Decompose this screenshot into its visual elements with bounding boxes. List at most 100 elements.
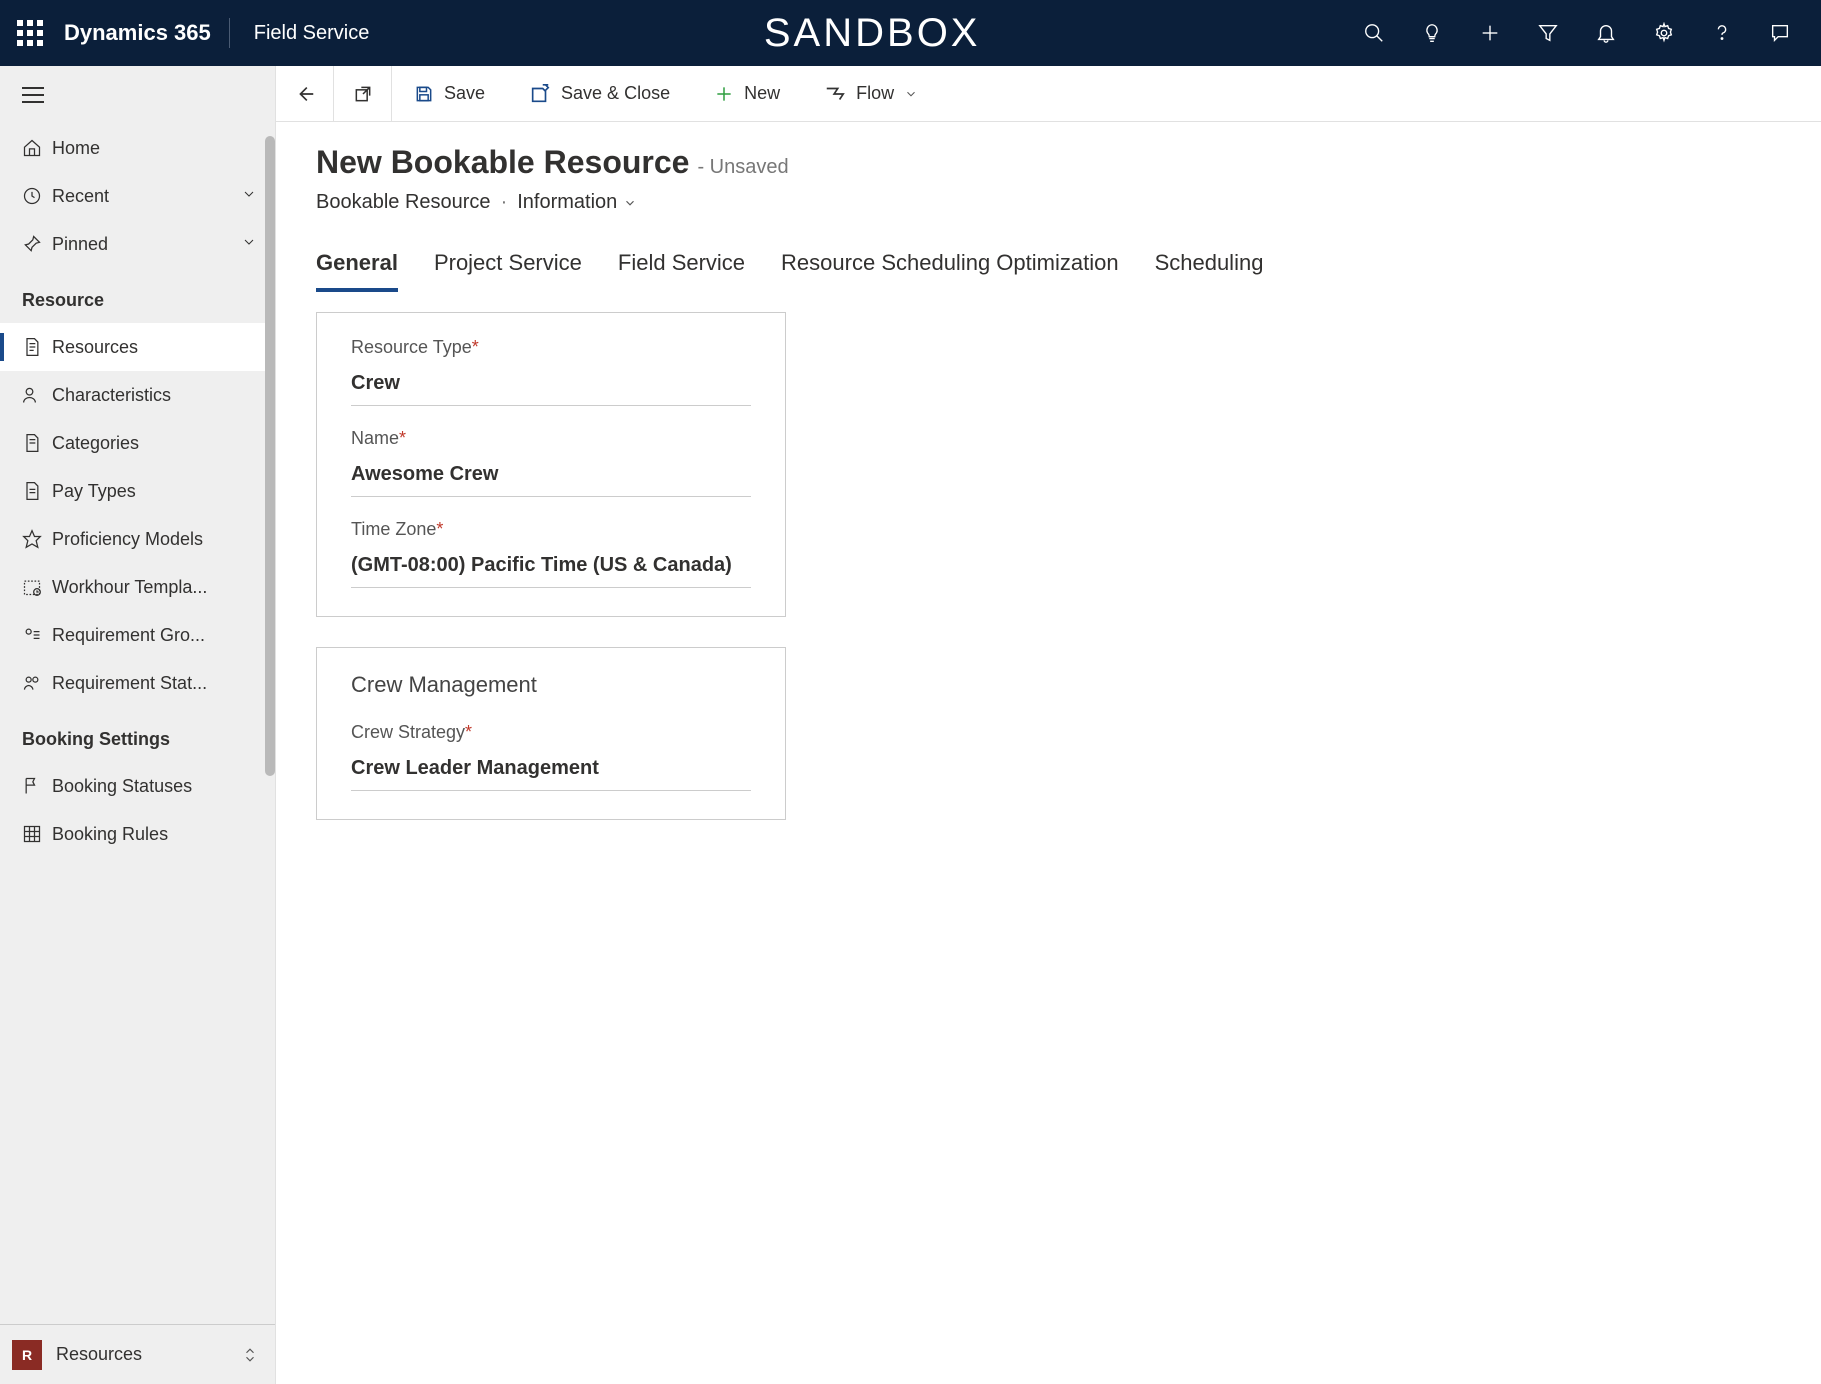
time-zone-input[interactable]: (GMT-08:00) Pacific Time (US & Canada) — [351, 540, 751, 588]
funnel-icon — [1537, 22, 1559, 44]
sidebar-item-resources[interactable]: Resources — [0, 323, 275, 371]
question-icon — [1711, 22, 1733, 44]
sidebar-item-requirement-statuses[interactable]: Requirement Stat... — [0, 659, 275, 707]
sidebar-pinned[interactable]: Pinned — [0, 220, 275, 268]
sidebar-home[interactable]: Home — [0, 124, 275, 172]
flag-icon — [22, 776, 52, 796]
sidebar-label: Requirement Stat... — [52, 673, 257, 694]
person-icon — [22, 385, 52, 405]
sidebar-label: Booking Rules — [52, 824, 257, 845]
group-icon — [22, 625, 52, 645]
search-icon — [1363, 22, 1385, 44]
sidebar: Home Recent Pinned Resource Resources Ch… — [0, 66, 276, 1384]
sidebar-label: Workhour Templa... — [52, 577, 257, 598]
flow-label: Flow — [856, 83, 894, 104]
sidebar-item-requirement-groups[interactable]: Requirement Gro... — [0, 611, 275, 659]
crew-strategy-input[interactable]: Crew Leader Management — [351, 743, 751, 791]
updown-icon — [243, 1347, 257, 1363]
required-marker: * — [399, 428, 406, 448]
settings-button[interactable] — [1641, 10, 1687, 56]
sidebar-group-title: Booking Settings — [0, 707, 275, 762]
tab-field-service[interactable]: Field Service — [618, 250, 745, 292]
save-icon — [414, 84, 434, 104]
search-button[interactable] — [1351, 10, 1397, 56]
grid-icon — [22, 824, 52, 844]
field-time-zone: Time Zone* (GMT-08:00) Pacific Time (US … — [351, 519, 751, 588]
sidebar-label: Pay Types — [52, 481, 257, 502]
field-name: Name* Awesome Crew — [351, 428, 751, 497]
app-launcher-button[interactable] — [0, 20, 60, 46]
sidebar-label: Resources — [52, 337, 257, 358]
gear-icon — [1653, 22, 1675, 44]
new-button[interactable]: New — [692, 66, 802, 121]
sidebar-toggle[interactable] — [0, 66, 275, 124]
command-bar: Save Save & Close New Flow — [276, 66, 1821, 122]
sidebar-label: Pinned — [52, 234, 241, 255]
star-icon — [22, 529, 52, 549]
save-close-icon — [529, 83, 551, 105]
resource-type-input[interactable]: Crew — [351, 358, 751, 406]
pin-icon — [22, 234, 52, 254]
module-name[interactable]: Field Service — [230, 22, 394, 45]
section-title: Crew Management — [351, 672, 751, 698]
sidebar-item-categories[interactable]: Categories — [0, 419, 275, 467]
product-brand[interactable]: Dynamics 365 — [60, 20, 229, 46]
field-label: Crew Strategy* — [351, 722, 751, 743]
save-close-label: Save & Close — [561, 83, 670, 104]
document-icon — [22, 433, 52, 453]
document-icon — [22, 337, 52, 357]
waffle-icon — [17, 20, 43, 46]
chevron-down-icon — [904, 87, 918, 101]
sidebar-label: Proficiency Models — [52, 529, 257, 550]
top-navbar: Dynamics 365 Field Service SANDBOX — [0, 0, 1821, 66]
sidebar-item-workhour-templates[interactable]: Workhour Templa... — [0, 563, 275, 611]
sidebar-item-proficiency-models[interactable]: Proficiency Models — [0, 515, 275, 563]
sidebar-label: Requirement Gro... — [52, 625, 257, 646]
sidebar-recent[interactable]: Recent — [0, 172, 275, 220]
tab-project-service[interactable]: Project Service — [434, 250, 582, 292]
sidebar-scrollbar[interactable] — [265, 136, 275, 776]
sidebar-item-characteristics[interactable]: Characteristics — [0, 371, 275, 419]
form-body: Resource Type* Crew Name* Awesome Crew T… — [276, 292, 1821, 870]
tab-scheduling[interactable]: Scheduling — [1155, 250, 1264, 292]
add-button[interactable] — [1467, 10, 1513, 56]
sidebar-group-title: Resource — [0, 268, 275, 323]
notifications-button[interactable] — [1583, 10, 1629, 56]
sidebar-item-booking-statuses[interactable]: Booking Statuses — [0, 762, 275, 810]
environment-label: SANDBOX — [393, 11, 1351, 56]
flow-button[interactable]: Flow — [802, 66, 940, 121]
plus-icon — [714, 84, 734, 104]
name-input[interactable]: Awesome Crew — [351, 449, 751, 497]
sidebar-label: Characteristics — [52, 385, 257, 406]
field-label: Name* — [351, 428, 751, 449]
document-icon — [22, 481, 52, 501]
form-tabs: General Project Service Field Service Re… — [276, 222, 1821, 292]
topbar-actions — [1351, 10, 1821, 56]
sidebar-item-pay-types[interactable]: Pay Types — [0, 467, 275, 515]
area-switcher[interactable]: R Resources — [0, 1324, 275, 1384]
arrow-left-icon — [294, 83, 316, 105]
save-button[interactable]: Save — [392, 66, 507, 121]
sidebar-item-booking-rules[interactable]: Booking Rules — [0, 810, 275, 858]
chat-button[interactable] — [1757, 10, 1803, 56]
back-button[interactable] — [276, 66, 334, 121]
form-name: Information — [517, 191, 617, 214]
hamburger-icon — [22, 87, 44, 103]
open-in-new-button[interactable] — [334, 66, 392, 121]
filter-button[interactable] — [1525, 10, 1571, 56]
sidebar-scroll: Home Recent Pinned Resource Resources Ch… — [0, 66, 275, 1324]
tab-general[interactable]: General — [316, 250, 398, 292]
form-selector[interactable]: Information — [517, 191, 637, 214]
field-label: Resource Type* — [351, 337, 751, 358]
bell-icon — [1595, 22, 1617, 44]
entity-name: Bookable Resource — [316, 191, 491, 214]
calendar-icon — [22, 577, 52, 597]
save-close-button[interactable]: Save & Close — [507, 66, 692, 121]
area-label: Resources — [56, 1344, 243, 1365]
assistant-button[interactable] — [1409, 10, 1455, 56]
tab-rso[interactable]: Resource Scheduling Optimization — [781, 250, 1119, 292]
chevron-down-icon — [241, 186, 257, 207]
page-title: New Bookable Resource — [316, 144, 689, 181]
help-button[interactable] — [1699, 10, 1745, 56]
sidebar-label: Categories — [52, 433, 257, 454]
